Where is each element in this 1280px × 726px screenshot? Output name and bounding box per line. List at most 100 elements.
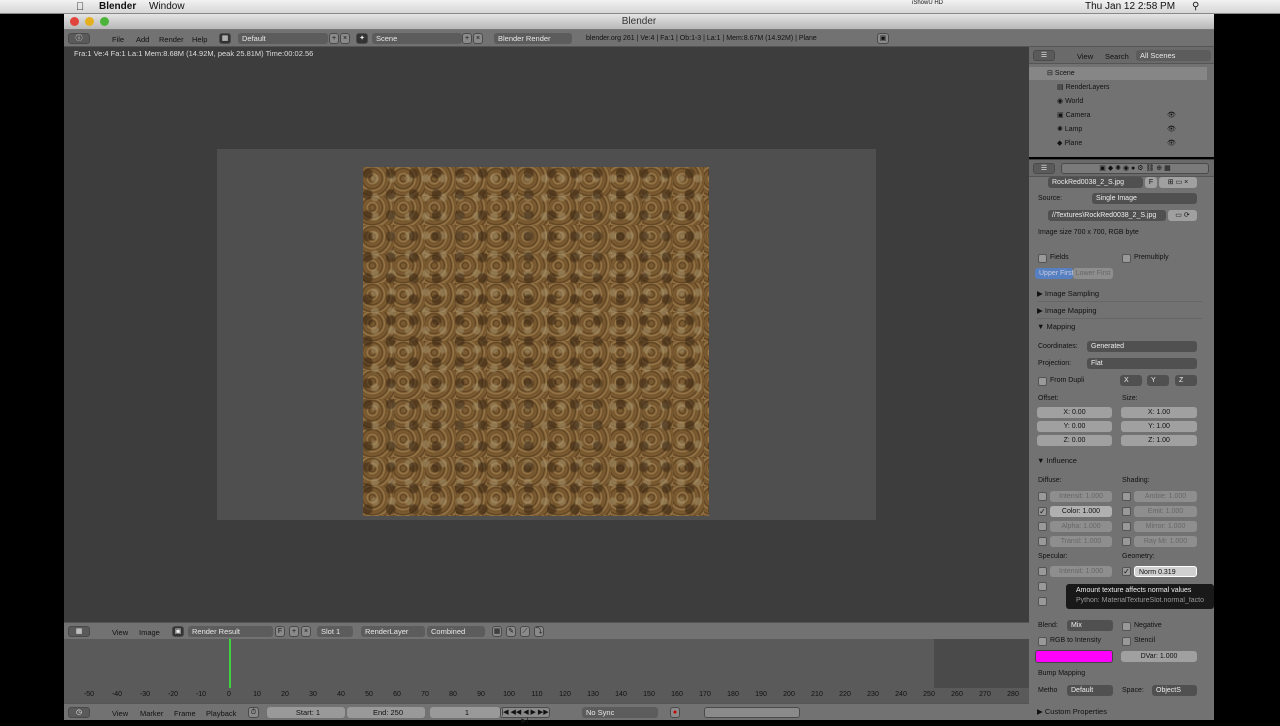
- tl-menu-view[interactable]: View: [112, 709, 128, 718]
- coordinates-select[interactable]: Generated: [1087, 341, 1197, 352]
- visibility-eye-icon[interactable]: 👁: [1167, 109, 1176, 122]
- offset-z-field[interactable]: Z: 0.00: [1037, 435, 1112, 446]
- size-y-field[interactable]: Y: 1.00: [1121, 421, 1197, 432]
- outliner-menu-search[interactable]: Search: [1105, 52, 1129, 61]
- shading-ambient-checkbox[interactable]: [1122, 492, 1131, 501]
- image-datablock-buttons[interactable]: ⊞ ▭ ×: [1159, 177, 1197, 188]
- influence-section[interactable]: ▼ Influence: [1037, 456, 1202, 468]
- geometry-normal-checkbox[interactable]: ✓: [1122, 567, 1131, 576]
- outliner-item[interactable]: ▣ Camera 👁: [1029, 109, 1207, 122]
- properties-type-icon[interactable]: ☰: [1033, 163, 1055, 174]
- outliner-menu-view[interactable]: View: [1077, 52, 1093, 61]
- bump-space-select[interactable]: ObjectS: [1152, 685, 1197, 696]
- menubar-clock[interactable]: Thu Jan 12 2:58 PM: [1085, 1, 1175, 12]
- upper-first-button[interactable]: Upper First: [1035, 268, 1073, 279]
- outliner-type-icon[interactable]: ☰: [1033, 50, 1055, 61]
- header-screen-icon[interactable]: ▣: [877, 33, 889, 44]
- outliner-item[interactable]: ✺ Lamp 👁: [1029, 123, 1207, 136]
- current-frame-field[interactable]: 1: [430, 707, 500, 718]
- size-x-field[interactable]: X: 1.00: [1121, 407, 1197, 418]
- display-channels-icon[interactable]: ▦: [492, 626, 502, 637]
- mapping-z-select[interactable]: Z: [1175, 375, 1197, 386]
- projection-select[interactable]: Flat: [1087, 358, 1197, 369]
- scene-icon[interactable]: ✦: [356, 33, 368, 44]
- texture-color-swatch[interactable]: [1035, 650, 1113, 663]
- mapping-section[interactable]: ▼ Mapping: [1037, 322, 1202, 334]
- diffuse-intensity-field[interactable]: Intensit: 1.000: [1050, 491, 1112, 502]
- context-tabs[interactable]: ▣ ◆ ✺ ◉ ● ⚙ ⛓ ⊕ ▦: [1061, 163, 1209, 174]
- specular-intensity-checkbox[interactable]: [1038, 567, 1047, 576]
- specular-intensity-field[interactable]: Intensit: 1.000: [1050, 566, 1112, 577]
- sample-icon[interactable]: ⤵: [534, 626, 544, 637]
- rgb-to-intensity-checkbox[interactable]: [1038, 637, 1047, 646]
- filepath-browse-icons[interactable]: ▭ ⟳: [1168, 210, 1197, 221]
- diffuse-alpha-checkbox[interactable]: [1038, 522, 1047, 531]
- diffuse-transl-field[interactable]: Transl: 1.000: [1050, 536, 1112, 547]
- layout-add-icon[interactable]: +: [329, 33, 339, 44]
- negative-checkbox[interactable]: [1122, 622, 1131, 631]
- tl-menu-playback[interactable]: Playback: [206, 709, 236, 718]
- stencil-checkbox[interactable]: [1122, 637, 1131, 646]
- image-fake-user-icon[interactable]: F: [275, 626, 285, 637]
- diffuse-intensity-checkbox[interactable]: [1038, 492, 1047, 501]
- image-filepath-field[interactable]: //Textures\RockRed0038_2_S.jpg: [1048, 210, 1166, 221]
- sync-select[interactable]: No Sync: [582, 707, 658, 718]
- bump-method-select[interactable]: Default: [1067, 685, 1113, 696]
- engine-select[interactable]: Blender Render: [494, 33, 572, 44]
- custom-properties-section[interactable]: ▶ Custom Properties: [1037, 707, 1202, 719]
- fields-checkbox[interactable]: [1038, 254, 1047, 263]
- menubar-window[interactable]: Window: [149, 1, 185, 12]
- layout-remove-icon[interactable]: ×: [340, 33, 350, 44]
- scene-add-icon[interactable]: +: [462, 33, 472, 44]
- keying-set-field[interactable]: [704, 707, 800, 718]
- pass-select[interactable]: Combined: [427, 626, 485, 637]
- shading-mirror-checkbox[interactable]: [1122, 522, 1131, 531]
- image-mapping-section[interactable]: ▶ Image Mapping: [1037, 306, 1202, 319]
- spotlight-icon[interactable]: ⚲: [1192, 1, 1199, 12]
- slot-select[interactable]: Slot 1: [317, 626, 353, 637]
- source-select[interactable]: Single Image: [1092, 193, 1197, 204]
- preview-range-icon[interactable]: ⏱: [248, 707, 259, 718]
- diffuse-alpha-field[interactable]: Alpha: 1.000: [1050, 521, 1112, 532]
- record-icon[interactable]: ●: [670, 707, 680, 718]
- mapping-y-select[interactable]: Y: [1147, 375, 1169, 386]
- menu-render[interactable]: Render: [159, 35, 184, 44]
- normal-factor-field[interactable]: Norm 0.319: [1134, 566, 1197, 577]
- image-editor-type-icon[interactable]: ▦: [68, 626, 90, 637]
- paint-icon[interactable]: ⟋: [520, 626, 530, 637]
- editor-type-icon[interactable]: ⓘ: [68, 33, 90, 44]
- scene-field[interactable]: Scene: [372, 33, 462, 44]
- lower-first-button[interactable]: Lower First: [1073, 268, 1113, 279]
- visibility-eye-icon[interactable]: 👁: [1167, 123, 1176, 136]
- shading-raymir-checkbox[interactable]: [1122, 537, 1131, 546]
- premultiply-checkbox[interactable]: [1122, 254, 1131, 263]
- image-close-icon[interactable]: ×: [301, 626, 311, 637]
- scene-remove-icon[interactable]: ×: [473, 33, 483, 44]
- blend-select[interactable]: Mix: [1067, 620, 1113, 631]
- shading-emit-checkbox[interactable]: [1122, 507, 1131, 516]
- size-z-field[interactable]: Z: 1.00: [1121, 435, 1197, 446]
- outliner-item[interactable]: ◉ World: [1029, 95, 1207, 108]
- menu-add[interactable]: Add: [136, 35, 149, 44]
- diffuse-color-checkbox[interactable]: ✓: [1038, 507, 1047, 516]
- shading-mirror-field[interactable]: Mirror: 1.000: [1134, 521, 1197, 532]
- image-new-icon[interactable]: +: [289, 626, 299, 637]
- specular-hardness-checkbox[interactable]: [1038, 597, 1047, 606]
- dvar-field[interactable]: DVar: 1.000: [1121, 651, 1197, 662]
- layout-icon[interactable]: ▦: [219, 33, 231, 44]
- mapping-x-select[interactable]: X: [1120, 375, 1142, 386]
- tl-menu-frame[interactable]: Frame: [174, 709, 196, 718]
- tl-menu-marker[interactable]: Marker: [140, 709, 163, 718]
- image-browse-icon[interactable]: ▣: [172, 626, 184, 637]
- menu-help[interactable]: Help: [192, 35, 207, 44]
- start-frame-field[interactable]: Start: 1: [267, 707, 345, 718]
- timeline-type-icon[interactable]: ◷: [68, 707, 90, 718]
- image-datablock-field[interactable]: RockRed0038_2_S.jpg: [1048, 177, 1143, 188]
- outliner-item[interactable]: ◆ Plane 👁: [1029, 137, 1207, 150]
- image-fake-user-button[interactable]: F: [1145, 177, 1157, 188]
- menubar-app[interactable]: Blender: [99, 1, 136, 12]
- shading-ambient-field[interactable]: Ambie: 1.000: [1134, 491, 1197, 502]
- outliner-filter-select[interactable]: All Scenes: [1136, 50, 1211, 61]
- from-dupli-checkbox[interactable]: [1038, 377, 1047, 386]
- render-layer-select[interactable]: RenderLayer: [361, 626, 425, 637]
